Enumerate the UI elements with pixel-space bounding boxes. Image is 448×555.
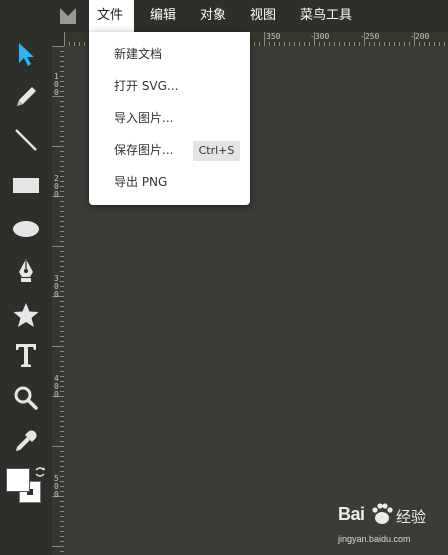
- ruler-label: 0: [54, 190, 59, 199]
- ruler-label: 0: [54, 88, 59, 97]
- ruler-label: -250: [360, 32, 380, 41]
- text-tool[interactable]: [10, 339, 42, 371]
- ruler-label: -200: [410, 32, 430, 41]
- ruler-vertical: 1 0 0 2 0 0 3 0 0 4 0 0 5 0 0: [52, 46, 64, 555]
- menu-file[interactable]: 文件: [89, 0, 134, 32]
- watermark-brand: Bai: [338, 504, 365, 524]
- menu-object[interactable]: 对象: [192, 0, 234, 32]
- menu-item-new-document[interactable]: 新建文档: [114, 44, 162, 64]
- ellipse-tool[interactable]: [10, 213, 42, 245]
- eyedropper-icon: [16, 430, 37, 451]
- watermark-site: jingyan.baidu.com: [338, 534, 411, 544]
- ellipse-icon: [13, 221, 39, 237]
- zoom-icon: [14, 386, 38, 410]
- menu-item-open-svg[interactable]: 打开 SVG...: [114, 76, 178, 96]
- editor-window: 文件 编辑 对象 视图 菜鸟工具 350 -300 -250 -200 1 0 …: [0, 0, 448, 555]
- watermark-label: 经验: [396, 508, 427, 526]
- ruler-label: 350: [266, 32, 281, 41]
- line-tool[interactable]: [10, 124, 42, 156]
- ruler-label: 0: [54, 290, 59, 299]
- baidu-jingyan-watermark: Bai 经验 jingyan.baidu.com: [338, 498, 442, 550]
- text-icon: [16, 344, 36, 367]
- ruler-corner: [52, 32, 64, 46]
- menu-item-export-png[interactable]: 导出 PNG: [114, 172, 167, 192]
- pencil-icon: [17, 87, 36, 106]
- ruler-label: -300: [310, 32, 330, 41]
- ruler-label: 0: [54, 390, 59, 399]
- select-tool[interactable]: [10, 38, 42, 70]
- menu-edit[interactable]: 编辑: [142, 0, 184, 32]
- eyedropper-tool[interactable]: [10, 425, 42, 457]
- fill-color-swatch[interactable]: [6, 468, 30, 492]
- star-tool[interactable]: [10, 299, 42, 331]
- pen-tool[interactable]: [10, 255, 42, 287]
- menu-runoob-tools[interactable]: 菜鸟工具: [292, 0, 360, 32]
- save-shortcut-badge: Ctrl+S: [193, 141, 240, 161]
- select-arrow-icon: [19, 43, 34, 66]
- tool-palette: [0, 32, 52, 555]
- zoom-tool[interactable]: [10, 382, 42, 414]
- app-logo-icon: [60, 8, 76, 24]
- color-swatches: [4, 466, 48, 510]
- ruler-label: 0: [54, 490, 59, 499]
- rectangle-icon: [13, 178, 39, 193]
- paw-logo-icon: [372, 503, 393, 524]
- star-icon: [13, 303, 39, 327]
- pen-nib-icon: [19, 259, 33, 282]
- rectangle-tool[interactable]: [10, 169, 42, 201]
- menu-item-import-image[interactable]: 导入图片...: [114, 108, 173, 128]
- swap-colors-icon[interactable]: [34, 466, 46, 478]
- menubar: 文件 编辑 对象 视图 菜鸟工具: [0, 0, 448, 32]
- menu-item-save-image[interactable]: 保存图片...: [114, 140, 173, 160]
- file-menu-dropdown: 新建文档 打开 SVG... 导入图片... 保存图片... Ctrl+S 导出…: [89, 32, 250, 205]
- pencil-tool[interactable]: [10, 81, 42, 113]
- menu-view[interactable]: 视图: [242, 0, 284, 32]
- line-icon: [15, 129, 37, 151]
